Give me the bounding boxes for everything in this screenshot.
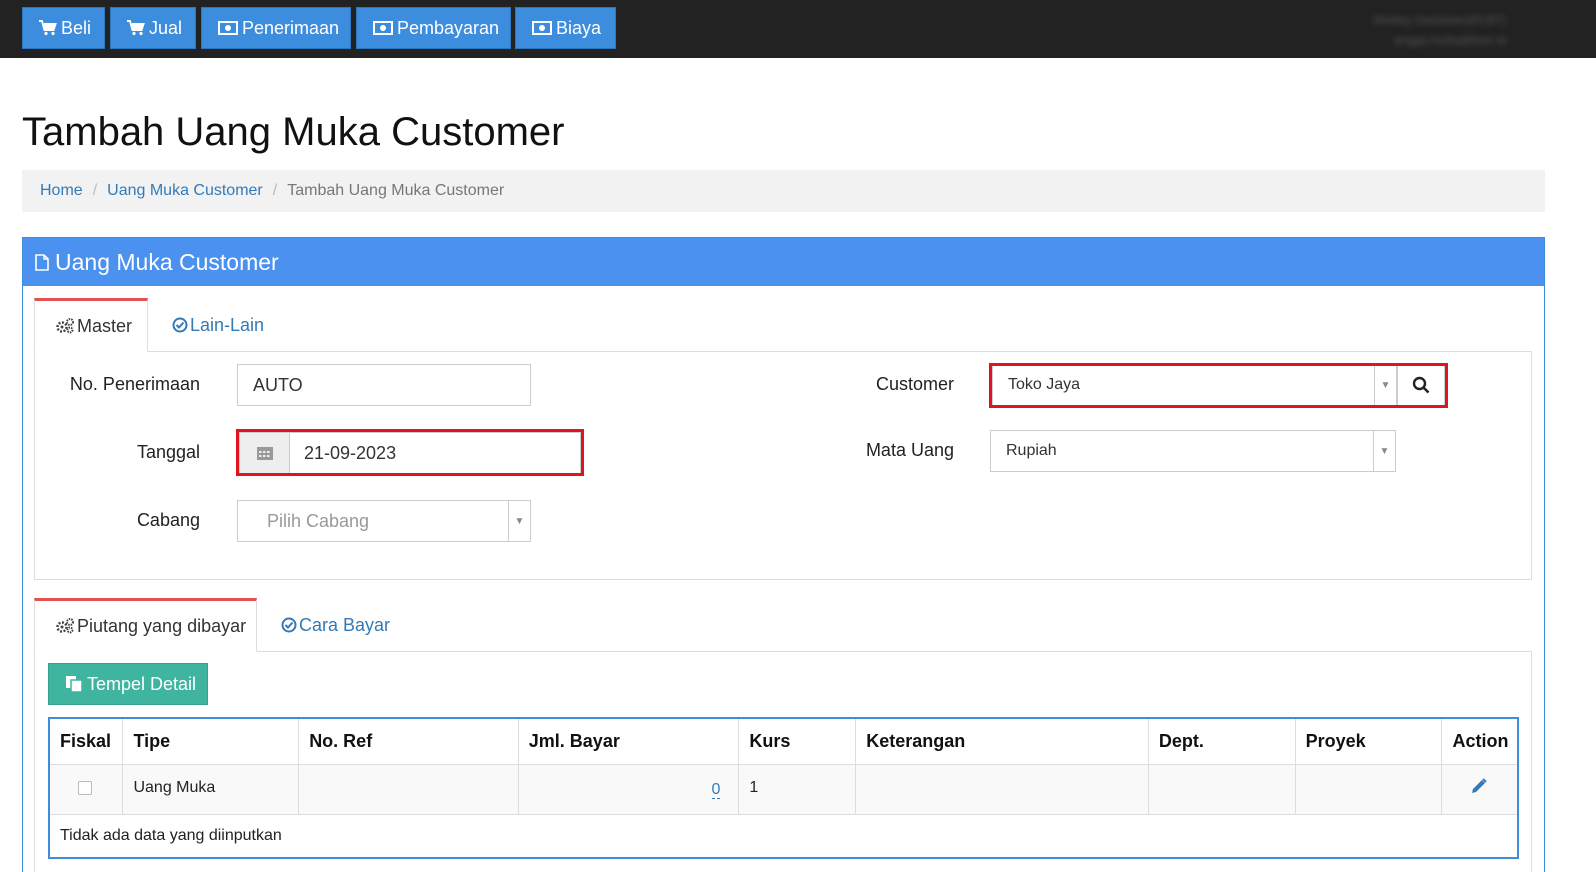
tab-master[interactable]: Master bbox=[34, 298, 148, 352]
header-tipe: Tipe bbox=[122, 718, 300, 765]
header-jml-bayar: Jml. Bayar bbox=[518, 718, 740, 765]
no-ref-cell[interactable] bbox=[298, 764, 519, 815]
mata-uang-select[interactable]: Rupiah ▼ bbox=[990, 430, 1396, 472]
nav-biaya-label: Biaya bbox=[556, 17, 602, 38]
breadcrumb-current: Tambah Uang Muka Customer bbox=[287, 182, 505, 199]
panel-title: Uang Muka Customer bbox=[55, 248, 279, 275]
cabang-select[interactable]: Pilih Cabang ▼ bbox=[237, 500, 531, 542]
tanggal-highlight bbox=[236, 429, 584, 476]
breadcrumb-separator: / bbox=[92, 182, 98, 199]
user-name: Shelley Danielsen(PLBT) bbox=[1371, 13, 1506, 27]
header-fiskal: Fiskal bbox=[49, 718, 124, 765]
mata-uang-value: Rupiah bbox=[1006, 442, 1057, 459]
no-penerimaan-input[interactable]: AUTO bbox=[237, 364, 531, 406]
tab-lain-lain-label: Lain-Lain bbox=[190, 314, 265, 335]
cabang-label: Cabang bbox=[136, 510, 200, 530]
breadcrumb-separator: / bbox=[272, 182, 278, 199]
page-title: Tambah Uang Muka Customer bbox=[22, 110, 565, 154]
fiskal-checkbox[interactable] bbox=[78, 780, 92, 795]
customer-highlight bbox=[989, 363, 1448, 408]
check-circle-icon bbox=[281, 617, 297, 633]
money-icon bbox=[373, 21, 393, 35]
table-header-row: Fiskal Tipe No. Ref Jml. Bayar Kurs Kete… bbox=[49, 718, 1519, 765]
tipe-cell: Uang Muka bbox=[122, 764, 300, 815]
header-kurs: Kurs bbox=[738, 718, 857, 765]
nav-biaya-button[interactable]: Biaya bbox=[515, 7, 616, 49]
tab-lain-lain[interactable]: Lain-Lain bbox=[152, 298, 282, 352]
top-navbar: Beli Jual Penerimaan Pembayaran Biaya Sh… bbox=[0, 0, 1596, 58]
nav-penerimaan-button[interactable]: Penerimaan bbox=[201, 7, 351, 49]
proyek-cell[interactable] bbox=[1295, 764, 1443, 815]
copy-icon bbox=[66, 676, 83, 693]
empty-row: Tidak ada data yang diinputkan bbox=[49, 814, 1519, 859]
header-no-ref: No. Ref bbox=[298, 718, 519, 765]
fiskal-cell bbox=[49, 764, 124, 815]
pencil-icon[interactable] bbox=[1470, 777, 1488, 795]
check-circle-icon bbox=[172, 317, 188, 333]
tempel-detail-label: Tempel Detail bbox=[87, 673, 197, 694]
nav-jual-button[interactable]: Jual bbox=[110, 7, 196, 49]
jml-bayar-value[interactable]: 0 bbox=[711, 780, 721, 799]
nav-penerimaan-label: Penerimaan bbox=[242, 17, 340, 38]
table-row: Uang Muka 0 1 bbox=[49, 764, 1519, 815]
action-cell bbox=[1441, 764, 1519, 815]
dept-cell[interactable] bbox=[1148, 764, 1296, 815]
breadcrumb-parent-link[interactable]: Uang Muka Customer bbox=[107, 182, 263, 200]
nav-pembayaran-label: Pembayaran bbox=[397, 17, 500, 38]
tab-master-label: Master bbox=[77, 315, 133, 336]
cart-icon bbox=[127, 20, 145, 36]
header-action: Action bbox=[1441, 718, 1519, 765]
file-icon bbox=[35, 253, 49, 271]
cart-icon bbox=[39, 20, 57, 36]
tab-piutang-label: Piutang yang dibayar bbox=[77, 615, 247, 636]
user-email: angga.nurba@bee.id bbox=[1393, 33, 1506, 47]
tanggal-label: Tanggal bbox=[136, 442, 200, 462]
breadcrumb: Home / Uang Muka Customer / Tambah Uang … bbox=[22, 170, 1545, 212]
money-icon bbox=[532, 21, 552, 35]
header-keterangan: Keterangan bbox=[855, 718, 1149, 765]
empty-message: Tidak ada data yang diinputkan bbox=[49, 814, 1519, 859]
chevron-down-icon: ▼ bbox=[1373, 431, 1395, 471]
no-penerimaan-label: No. Penerimaan bbox=[69, 374, 200, 394]
gears-icon bbox=[56, 618, 74, 634]
jml-bayar-cell[interactable]: 0 bbox=[518, 764, 740, 815]
tempel-detail-button[interactable]: Tempel Detail bbox=[48, 663, 208, 705]
kurs-cell[interactable]: 1 bbox=[738, 764, 857, 815]
header-proyek: Proyek bbox=[1295, 718, 1443, 765]
nav-beli-button[interactable]: Beli bbox=[22, 7, 105, 49]
mata-uang-label: Mata Uang bbox=[865, 440, 954, 460]
tab-cara-bayar-label: Cara Bayar bbox=[299, 614, 391, 635]
breadcrumb-home-link[interactable]: Home bbox=[40, 182, 83, 200]
tab-piutang[interactable]: Piutang yang dibayar bbox=[34, 598, 257, 652]
panel-header: Uang Muka Customer bbox=[23, 238, 1544, 286]
tab-cara-bayar[interactable]: Cara Bayar bbox=[261, 598, 411, 652]
user-info[interactable]: Shelley Danielsen(PLBT) angga.nurba@bee.… bbox=[1372, 10, 1506, 50]
cabang-placeholder: Pilih Cabang bbox=[267, 510, 370, 531]
chevron-down-icon: ▼ bbox=[508, 501, 530, 541]
keterangan-cell[interactable] bbox=[855, 764, 1149, 815]
nav-pembayaran-button[interactable]: Pembayaran bbox=[356, 7, 511, 49]
money-icon bbox=[218, 21, 238, 35]
nav-beli-label: Beli bbox=[61, 17, 92, 38]
gears-icon bbox=[56, 318, 74, 334]
nav-jual-label: Jual bbox=[149, 17, 183, 38]
customer-label: Customer bbox=[875, 374, 954, 394]
header-dept: Dept. bbox=[1148, 718, 1296, 765]
detail-table: Fiskal Tipe No. Ref Jml. Bayar Kurs Kete… bbox=[48, 717, 1519, 859]
